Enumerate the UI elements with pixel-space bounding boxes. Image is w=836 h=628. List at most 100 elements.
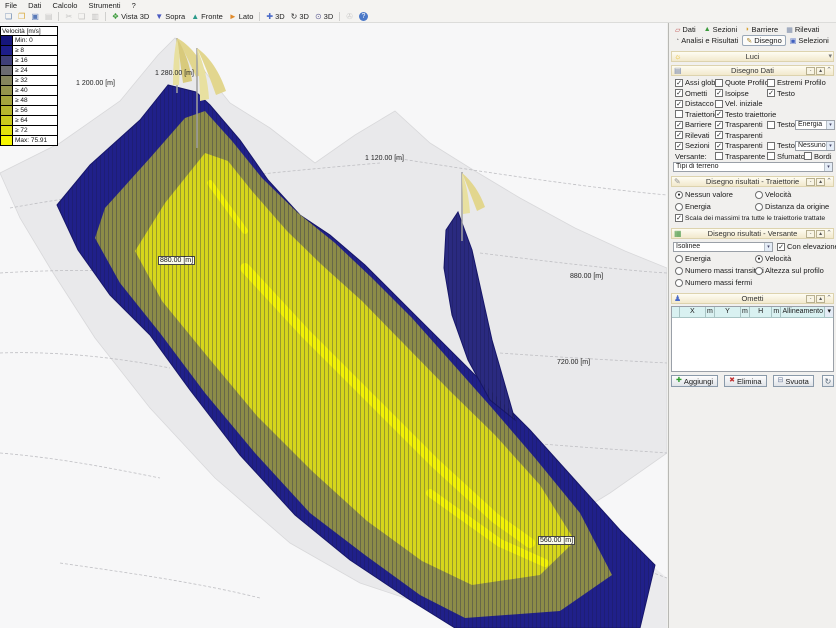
radio-label: Numero massi fermi xyxy=(685,278,752,287)
attach-button[interactable]: ✇ xyxy=(344,11,355,22)
chevron-down-icon[interactable]: ▾ xyxy=(825,307,833,317)
checkbox-versante-sfumato[interactable]: Sfumato xyxy=(767,152,805,161)
checkbox-vel-iniziale[interactable]: Vel. iniziale xyxy=(715,99,763,108)
cut-button[interactable]: ✂ xyxy=(63,11,74,22)
menu-strumenti[interactable]: Strumenti xyxy=(88,1,120,10)
radio-nessun-valore[interactable]: ●Nessun valore xyxy=(675,190,733,199)
viewport-3d[interactable]: 1 200.00 [m] 1 280.00 [m] 1 120.00 [m] 8… xyxy=(0,23,667,628)
up-button[interactable]: ▲ xyxy=(816,67,825,75)
checkbox-label: Trasparente xyxy=(725,152,765,161)
checkbox-quote-profilo[interactable]: Quote Profilo xyxy=(715,78,769,87)
save-button[interactable]: ▣ xyxy=(29,11,41,22)
aggiungi-button[interactable]: ✚Aggiungi xyxy=(671,375,718,387)
elimina-button[interactable]: ✖Elimina xyxy=(724,375,766,387)
checkbox-barriere[interactable]: ✓Barriere xyxy=(675,120,712,129)
sopra-button[interactable]: ▼Sopra xyxy=(153,11,187,22)
barriere-testo-dropdown[interactable]: Energia▾ xyxy=(795,120,835,130)
ometti-table[interactable]: X m Y m H m Allineamento ▾ xyxy=(671,306,834,372)
tab-rilevati[interactable]: ▦Rilevati xyxy=(782,24,823,35)
checkbox-estremi-profilo[interactable]: Estremi Profilo xyxy=(767,78,826,87)
checkbox-distacco[interactable]: ✓Distacco xyxy=(675,99,714,108)
zoom-3d-button[interactable]: ⊙3D xyxy=(313,11,335,22)
copy-button[interactable]: ❏ xyxy=(76,11,87,22)
section-header-ometti[interactable]: ♟ Ometti - ▲ ⌃ xyxy=(671,293,834,304)
radio-numero-massi-fermi[interactable]: Numero massi fermi xyxy=(675,278,752,287)
tab-selezioni[interactable]: ▣Selezioni xyxy=(786,35,833,46)
paste-button[interactable]: ▥ xyxy=(89,11,101,22)
radio-energia-traiettorie[interactable]: Energia xyxy=(675,202,711,211)
menu-dati[interactable]: Dati xyxy=(28,1,41,10)
checkbox-con-elevazione[interactable]: ✓Con elevazione xyxy=(777,242,836,251)
checkbox-versante-trasparente[interactable]: Trasparente xyxy=(715,152,765,161)
collapse-icon[interactable]: ▾ xyxy=(828,53,832,61)
checkbox-rilevati[interactable]: ✓Rilevati xyxy=(675,131,710,140)
checkbox-sezioni[interactable]: ✓Sezioni xyxy=(675,141,710,150)
tab-disegno[interactable]: ✎Disegno xyxy=(742,35,785,46)
tab-analisi-risultati[interactable]: ◔Analisi e Risultati xyxy=(671,35,742,46)
column-x[interactable]: X xyxy=(680,307,707,317)
ometti-table-body[interactable] xyxy=(672,318,833,371)
lato-button[interactable]: ►Lato xyxy=(227,11,256,22)
new-file-button[interactable]: ❏ xyxy=(3,11,14,22)
elevation-label: 880.00 [m] xyxy=(570,273,603,280)
section-header-versante[interactable]: ▦ Disegno risultati - Versante - ▲ ⌃ xyxy=(671,228,834,239)
checkbox-testo[interactable]: ✓Testo xyxy=(767,89,795,98)
checkbox-isoipse[interactable]: ✓Isoipse xyxy=(715,89,749,98)
refresh-icon[interactable]: ↻ xyxy=(822,375,834,387)
tab-sezioni[interactable]: ▲Sezioni xyxy=(700,24,742,35)
pin-icon[interactable]: ⌃ xyxy=(826,178,832,186)
checkbox-scala-massimi[interactable]: ✓Scala dei massimi tra tutte le traietto… xyxy=(675,214,825,222)
checkbox-testo-traiettorie[interactable]: ✓Testo traiettorie xyxy=(715,110,776,119)
menu-help[interactable]: ? xyxy=(132,1,136,10)
checkbox-rilevati-trasparenti[interactable]: ✓Trasparenti xyxy=(715,131,763,140)
column-y[interactable]: Y xyxy=(715,307,742,317)
pin-icon[interactable]: ⌃ xyxy=(826,230,832,238)
pan-3d-button[interactable]: ✚3D xyxy=(264,11,286,22)
radio-velocita-traiettorie[interactable]: Velocità xyxy=(755,190,791,199)
vista-3d-button[interactable]: ❖Vista 3D xyxy=(110,11,151,22)
terrain-type-dropdown[interactable]: Tipi di terreno▾ xyxy=(673,162,833,172)
pin-icon[interactable]: ⌃ xyxy=(826,295,832,303)
rotate-3d-label: 3D xyxy=(299,12,309,21)
section-header-disegno-dati[interactable]: ▤ Disegno Dati - ▲ ⌃ xyxy=(671,65,834,76)
up-button[interactable]: ▲ xyxy=(816,178,825,186)
checkbox-versante-bordi[interactable]: Bordi xyxy=(804,152,832,161)
checkbox-ometti[interactable]: ✓Ometti xyxy=(675,89,707,98)
svuota-button[interactable]: ⊟Svuota xyxy=(773,375,814,387)
tab-barriere[interactable]: ◗Barriere xyxy=(741,24,782,35)
column-allineamento[interactable]: Allineamento xyxy=(781,307,825,317)
rotate-3d-icon: ↻ xyxy=(291,12,298,22)
checkbox-traiettorie[interactable]: Traiettorie xyxy=(675,110,718,119)
legend-swatch xyxy=(0,106,13,116)
menu-file[interactable]: File xyxy=(5,1,17,10)
up-button[interactable]: ▲ xyxy=(816,295,825,303)
tab-dati[interactable]: ▱Dati xyxy=(671,24,700,35)
help-button[interactable]: ? xyxy=(357,11,370,22)
radio-distanza-origine[interactable]: Distanza da origine xyxy=(755,202,829,211)
legend-label: ≥ 72 xyxy=(13,126,58,136)
section-header-luci[interactable]: ☼ Luci ▾ xyxy=(671,51,834,62)
checkbox-sezioni-trasparenti[interactable]: ✓Trasparenti xyxy=(715,141,763,150)
pin-icon[interactable]: ⌃ xyxy=(826,67,832,75)
rotate-3d-button[interactable]: ↻3D xyxy=(289,11,311,22)
radio-altezza-sul-profilo[interactable]: Altezza sul profilo xyxy=(755,266,824,275)
open-button[interactable]: ❐ xyxy=(16,11,27,22)
fronte-button[interactable]: ▲Fronte xyxy=(189,11,225,22)
checkbox-barriere-trasparenti[interactable]: ✓Trasparenti xyxy=(715,120,763,129)
checkbox-barriere-testo[interactable]: Testo xyxy=(767,120,795,129)
radio-velocita-versante[interactable]: ●Velocità xyxy=(755,254,791,263)
minimize-button[interactable]: - xyxy=(806,295,815,303)
column-h[interactable]: H xyxy=(750,307,773,317)
checkbox-sezioni-testo[interactable]: Testo xyxy=(767,141,795,150)
sezioni-testo-dropdown[interactable]: Nessuno▾ xyxy=(795,141,835,151)
radio-numero-massi-transitati[interactable]: Numero massi transitati xyxy=(675,266,764,275)
minimize-button[interactable]: - xyxy=(806,67,815,75)
up-button[interactable]: ▲ xyxy=(816,230,825,238)
menu-calcolo[interactable]: Calcolo xyxy=(52,1,77,10)
minimize-button[interactable]: - xyxy=(806,230,815,238)
versante-display-dropdown[interactable]: Isolinee▾ xyxy=(673,242,773,252)
section-header-traiettorie[interactable]: ✎ Disegno risultati - Traiettorie - ▲ ⌃ xyxy=(671,176,834,187)
print-button[interactable]: ▤ xyxy=(43,11,55,22)
minimize-button[interactable]: - xyxy=(806,178,815,186)
radio-energia-versante[interactable]: Energia xyxy=(675,254,711,263)
